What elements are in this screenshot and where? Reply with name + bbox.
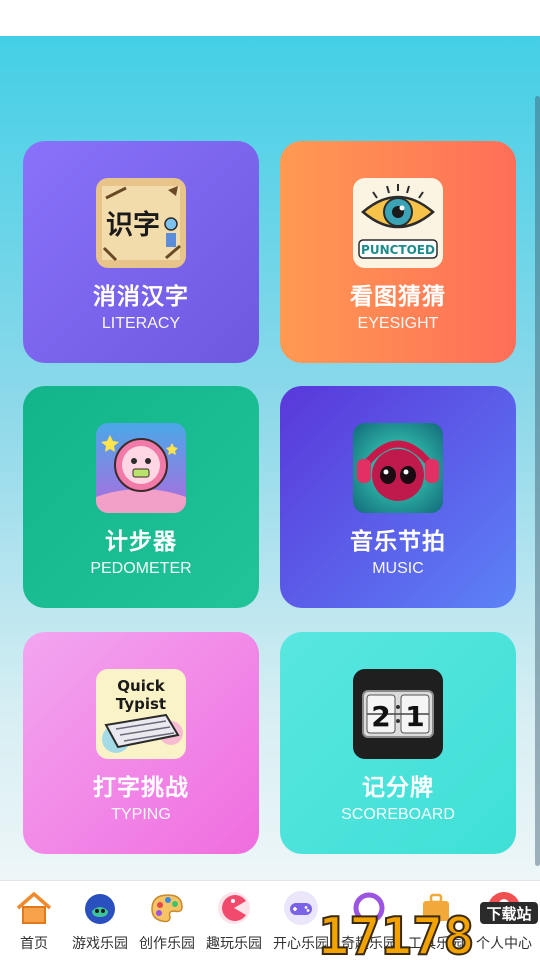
card-subtitle: LITERACY [101, 315, 181, 332]
card-subtitle: PEDOMETER [90, 560, 192, 577]
svg-text:Typist: Typist [116, 695, 166, 713]
eye-icon: PUNCTOED [353, 178, 443, 268]
svg-text:1: 1 [405, 700, 424, 733]
keyboard-icon: Quick Typist [96, 669, 186, 759]
home-icon [16, 892, 52, 924]
card-title: 记分牌 [362, 775, 434, 801]
card-title: 消消汉字 [93, 284, 189, 310]
scrollbar[interactable] [535, 96, 540, 866]
svg-text:PUNCTOED: PUNCTOED [361, 243, 435, 257]
svg-text:识字: 识字 [106, 209, 160, 241]
main-content[interactable]: 识字 消消汉字 LITERACY PUNCTOED 看图猜猜 EYESIGHT [0, 36, 540, 880]
tab-label: 首页 [20, 936, 48, 952]
game-icon [85, 894, 115, 924]
svg-text:2: 2 [371, 700, 390, 733]
tab-fun-park[interactable]: 趣玩乐园 [200, 889, 268, 959]
headphones-icon [353, 423, 443, 513]
tab-label: 游戏乐园 [72, 936, 128, 952]
card-subtitle: TYPING [111, 806, 171, 823]
tab-creation-park[interactable]: 创作乐园 [133, 889, 201, 959]
svg-text:Quick: Quick [117, 677, 165, 695]
card-title: 看图猜猜 [350, 284, 446, 310]
pacman-icon [218, 892, 250, 924]
tab-label: 创作乐园 [139, 936, 195, 952]
svg-text:下载站: 下载站 [486, 905, 531, 923]
status-bar [0, 0, 540, 36]
card-subtitle: EYESIGHT [357, 315, 439, 332]
card-music[interactable]: 音乐节拍 MUSIC [280, 386, 516, 608]
gamepad-icon [284, 891, 318, 925]
card-title: 计步器 [105, 529, 177, 555]
card-eyesight[interactable]: PUNCTOED 看图猜猜 EYESIGHT [280, 141, 516, 363]
tab-label: 趣玩乐园 [206, 936, 262, 952]
card-pedometer[interactable]: 计步器 PEDOMETER [23, 386, 259, 608]
watermark-logo: 17178 下载站 [317, 902, 538, 960]
card-subtitle: MUSIC [372, 560, 424, 577]
pedometer-icon [96, 423, 186, 513]
card-title: 打字挑战 [93, 775, 189, 801]
scoreboard-icon: 2 1 [353, 669, 443, 759]
card-typing[interactable]: Quick Typist 打字挑战 TYPING [23, 632, 259, 854]
card-subtitle: SCOREBOARD [341, 806, 455, 823]
tab-game-park[interactable]: 游戏乐园 [66, 889, 134, 959]
card-literacy[interactable]: 识字 消消汉字 LITERACY [23, 141, 259, 363]
card-scoreboard[interactable]: 2 1 记分牌 SCOREBOARD [280, 632, 516, 854]
card-title: 音乐节拍 [350, 529, 446, 555]
tab-home[interactable]: 首页 [0, 889, 68, 959]
literacy-icon: 识字 [96, 178, 186, 268]
svg-text:17178: 17178 [318, 907, 475, 960]
palette-icon [151, 894, 183, 923]
